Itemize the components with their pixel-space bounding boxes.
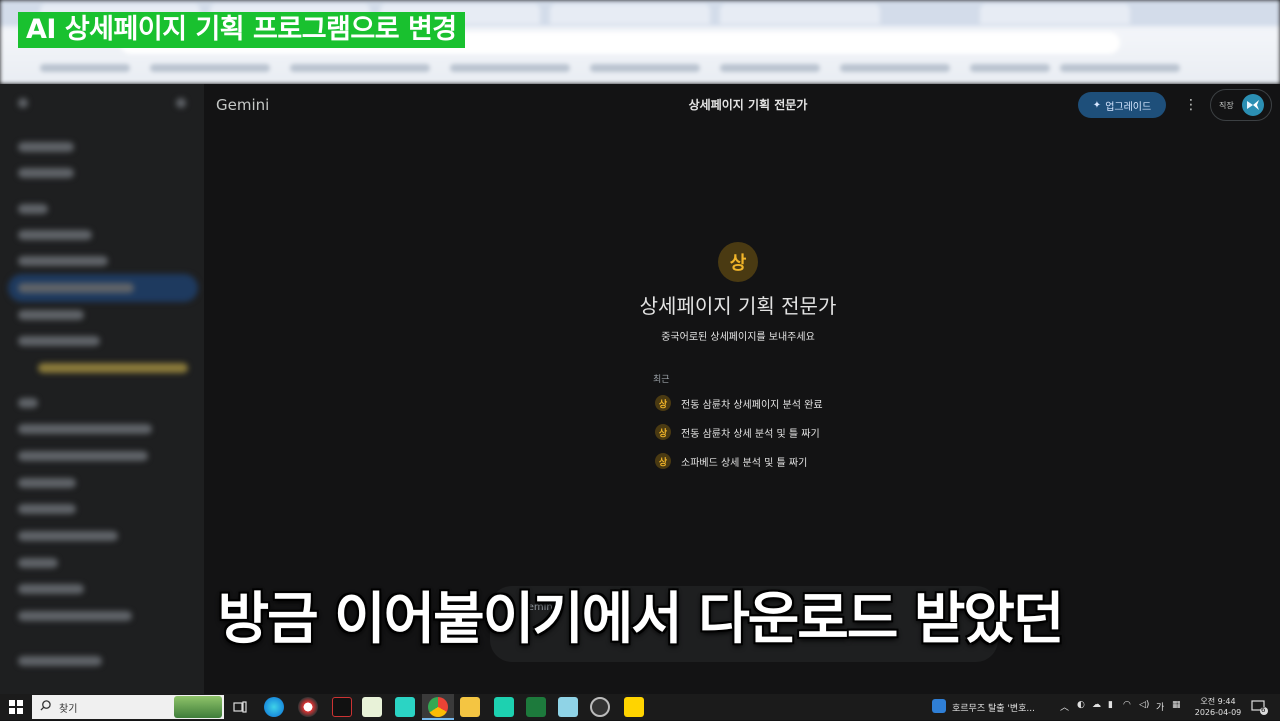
search-highlight-image <box>174 696 222 718</box>
kakaotalk-icon[interactable] <box>624 697 644 717</box>
keyboard-icon[interactable]: ▦ <box>1172 700 1181 710</box>
taskbar-search[interactable]: 찾기 <box>32 695 224 719</box>
browser-tab[interactable] <box>720 4 880 24</box>
search-icon[interactable] <box>176 98 186 108</box>
cloud-icon[interactable]: ☁ <box>1092 700 1101 710</box>
search-icon <box>40 700 51 714</box>
bookmark[interactable] <box>40 64 130 72</box>
chat-history-item[interactable] <box>18 451 148 461</box>
sidebar-item[interactable] <box>18 283 134 293</box>
sidebar-section-label <box>18 398 38 408</box>
sidebar-item[interactable] <box>38 363 188 373</box>
clock-date: 2026-04-09 <box>1194 708 1242 717</box>
chrome-icon[interactable] <box>428 697 448 717</box>
notification-count: 6 <box>1261 706 1266 714</box>
taskbar: 찾기 호르무즈 탈출 '변호... ︿ ◐ ☁ ▮ ◠ ◁) 가 ▦ 오전 9:… <box>0 694 1280 720</box>
browser-tab[interactable] <box>980 4 1130 24</box>
sidebar-item[interactable] <box>18 168 74 178</box>
news-widget-icon[interactable] <box>932 699 946 713</box>
sidebar-item[interactable] <box>18 142 74 152</box>
sparkle-icon: ✦ <box>1092 99 1102 111</box>
chat-history-item[interactable] <box>18 478 76 488</box>
recent-chat-item[interactable]: 상 소파베드 상세 분석 및 틀 짜기 <box>655 452 807 470</box>
tray-icon[interactable]: ◐ <box>1077 700 1085 710</box>
bookmark[interactable] <box>590 64 700 72</box>
bookmark[interactable] <box>1060 64 1180 72</box>
settings-item[interactable] <box>18 656 102 666</box>
recent-chat-label: 전동 삼륜차 상세 분석 및 틀 짜기 <box>681 428 820 440</box>
volume-icon[interactable]: ◁) <box>1139 700 1149 710</box>
gem-description: 중국어로된 상세페이지를 보내주세요 <box>661 332 815 343</box>
wifi-icon[interactable]: ◠ <box>1123 700 1131 710</box>
excel-icon[interactable] <box>526 697 546 717</box>
windows-start-icon[interactable] <box>0 694 32 720</box>
recent-section-label: 최근 <box>653 375 670 385</box>
gem-chat-icon: 상 <box>655 453 671 469</box>
clock-time: 오전 9:44 <box>1200 697 1236 706</box>
news-widget-label[interactable]: 호르무즈 탈출 '변호... <box>952 701 1035 714</box>
menu-icon[interactable] <box>18 98 28 108</box>
gem-name: 상세페이지 기획 전문가 <box>639 294 837 318</box>
sidebar-item[interactable] <box>18 256 108 266</box>
edge-icon[interactable] <box>264 697 284 717</box>
chat-history-item[interactable] <box>18 424 152 434</box>
chat-history-item[interactable] <box>18 504 76 514</box>
bookmark[interactable] <box>840 64 950 72</box>
bookmark[interactable] <box>970 64 1050 72</box>
avatar-icon <box>1246 100 1259 110</box>
sidebar-item[interactable] <box>18 310 84 320</box>
bookmark[interactable] <box>450 64 570 72</box>
browser-tab[interactable] <box>550 4 710 24</box>
search-label: 찾기 <box>59 703 78 715</box>
bookmark[interactable] <box>150 64 270 72</box>
recent-chat-item[interactable]: 상 전동 삼륜차 상세페이지 분석 완료 <box>655 394 823 412</box>
system-clock[interactable]: 오전 9:44 2026-04-09 <box>1188 696 1248 718</box>
app-icon[interactable] <box>332 697 352 717</box>
bookmark[interactable] <box>290 64 430 72</box>
app-icon[interactable] <box>558 697 578 717</box>
app-icon[interactable] <box>298 697 318 717</box>
upgrade-button[interactable]: ✦ 업그레이드 <box>1078 92 1166 118</box>
ime-indicator[interactable]: 가 <box>1156 700 1164 713</box>
gem-chat-icon: 상 <box>655 395 671 411</box>
video-title-overlay: AI 상세페이지 기획 프로그램으로 변경 <box>18 12 465 48</box>
app-icon[interactable] <box>494 697 514 717</box>
recent-chat-label: 소파베드 상세 분석 및 틀 짜기 <box>681 457 808 469</box>
chat-history-item[interactable] <box>18 558 58 568</box>
upgrade-label: 업그레이드 <box>1105 101 1152 113</box>
gem-chat-icon: 상 <box>655 424 671 440</box>
sidebar-item[interactable] <box>18 230 92 240</box>
sidebar-item[interactable] <box>18 336 100 346</box>
notepad-icon[interactable] <box>362 697 382 717</box>
tray-chevron-icon[interactable]: ︿ <box>1060 700 1069 713</box>
bookmark[interactable] <box>720 64 820 72</box>
more-options-icon[interactable]: ⋮ <box>1182 93 1200 117</box>
account-switcher[interactable]: 직장 <box>1210 89 1272 121</box>
notification-center-icon[interactable]: 6 <box>1250 698 1268 716</box>
task-view-icon[interactable] <box>230 697 250 717</box>
gem-avatar-icon: 상 <box>718 242 758 282</box>
avatar[interactable] <box>1241 94 1264 116</box>
recent-chat-item[interactable]: 상 전동 삼륜차 상세 분석 및 틀 짜기 <box>655 423 820 441</box>
recent-chat-label: 전동 삼륜차 상세페이지 분석 완료 <box>681 399 823 411</box>
sidebar-section-label <box>18 204 48 214</box>
microphone-icon[interactable]: ▮ <box>1108 700 1113 710</box>
account-label: 직장 <box>1219 100 1234 110</box>
app-icon[interactable] <box>395 697 415 717</box>
video-caption: 방금 이어붙이기에서 다운로드 받았던 <box>217 587 1065 652</box>
clock-app-icon[interactable] <box>590 697 610 717</box>
file-explorer-icon[interactable] <box>460 697 480 717</box>
chat-history-item[interactable] <box>18 531 118 541</box>
